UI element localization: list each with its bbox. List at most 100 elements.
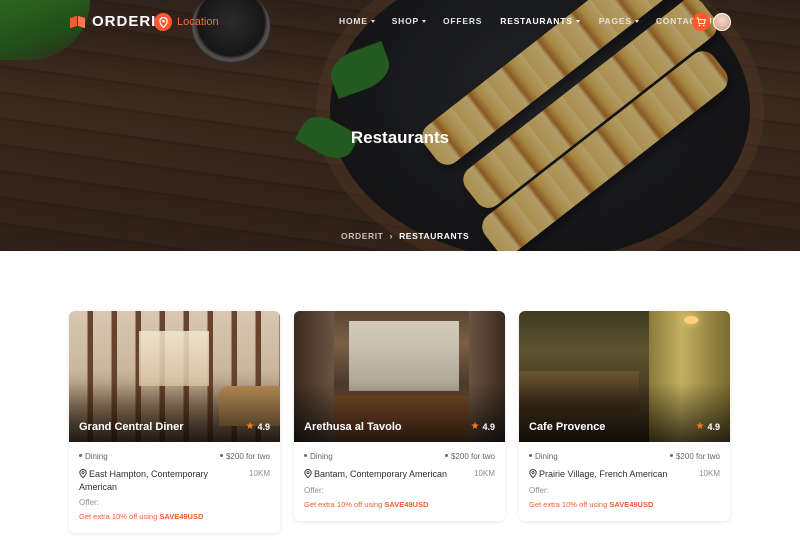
chevron-down-icon xyxy=(422,19,426,23)
location-selector[interactable]: Location xyxy=(154,13,219,31)
rating-badge: ★ 4.9 xyxy=(470,421,495,433)
location-label: Location xyxy=(177,16,219,28)
page-title: Restaurants xyxy=(350,128,450,147)
breadcrumb-current: RESTAURANTS xyxy=(399,231,470,241)
location-pin-icon xyxy=(154,13,172,31)
price: $200 for two xyxy=(444,452,495,461)
restaurant-name[interactable]: Cafe Provence xyxy=(529,421,605,433)
bullet-icon xyxy=(304,454,307,458)
address-text: Bantam, Contemporary American xyxy=(314,469,448,479)
address: Prairie Village, French American xyxy=(529,468,689,481)
nav-item-restaurants[interactable]: RESTAURANTS xyxy=(500,16,580,26)
category: Dining xyxy=(529,452,558,461)
rating-value: 4.9 xyxy=(707,422,720,432)
map-pin-icon xyxy=(304,469,312,478)
nav-item-shop[interactable]: SHOP xyxy=(392,16,426,26)
bullet-icon xyxy=(444,454,448,458)
nav-item-home[interactable]: HOME xyxy=(339,16,375,26)
map-pin-icon xyxy=(529,469,537,478)
bullet-icon xyxy=(669,454,673,458)
offer-code: SAVE49USD xyxy=(159,512,204,521)
offer-text: Get extra 10% off using SAVE49USD xyxy=(79,512,270,521)
restaurant-name[interactable]: Arethusa al Tavolo xyxy=(304,421,402,433)
distance: 10KM xyxy=(474,469,495,478)
offer-prefix: Get extra 10% off using xyxy=(304,499,383,509)
meta-row: Dining $200 for two xyxy=(79,452,270,461)
star-icon: ★ xyxy=(470,421,480,432)
restaurant-card[interactable]: Cafe Provence ★ 4.9 Dining $200 for two … xyxy=(519,311,730,521)
restaurant-image[interactable]: Cafe Provence ★ 4.9 xyxy=(519,311,730,442)
distance: 10KM xyxy=(249,469,270,478)
address-text: Prairie Village, French American xyxy=(539,469,668,479)
price: $200 for two xyxy=(669,452,720,461)
rating-badge: ★ 4.9 xyxy=(695,421,720,433)
bullet-icon xyxy=(79,454,82,458)
card-body: Dining $200 for two Bantam, Contemporary… xyxy=(294,442,505,521)
cart-button[interactable] xyxy=(692,13,710,31)
breadcrumb: ORDERIT › RESTAURANTS xyxy=(341,231,469,241)
address-row: East Hampton, Contemporary American 10KM xyxy=(79,468,270,493)
restaurant-card[interactable]: Arethusa al Tavolo ★ 4.9 Dining $200 for… xyxy=(294,311,505,521)
rating-value: 4.9 xyxy=(257,422,270,432)
price-label: $200 for two xyxy=(450,452,495,461)
meta-row: Dining $200 for two xyxy=(529,452,720,461)
bullet-icon xyxy=(529,454,532,458)
address: Bantam, Contemporary American xyxy=(304,468,464,481)
offer-label: Offer: xyxy=(304,485,324,495)
chevron-down-icon xyxy=(634,19,639,23)
nav-item-label: OFFERS xyxy=(443,16,483,26)
address: East Hampton, Contemporary American xyxy=(79,468,239,493)
offer-text: Get extra 10% off using SAVE49USD xyxy=(529,500,720,509)
price-label: $200 for two xyxy=(225,452,270,461)
chevron-down-icon xyxy=(370,19,375,23)
distance: 10KM xyxy=(699,469,720,478)
nav-item-offers[interactable]: OFFERS xyxy=(443,16,482,26)
bullet-icon xyxy=(219,454,223,458)
price-label: $200 for two xyxy=(675,452,720,461)
nav-item-label: RESTAURANTS xyxy=(500,16,573,26)
star-icon: ★ xyxy=(695,421,705,432)
cart-icon xyxy=(696,17,706,27)
nav-item-label: SHOP xyxy=(391,16,419,26)
price: $200 for two xyxy=(219,452,270,461)
restaurant-name[interactable]: Grand Central Diner xyxy=(79,421,184,433)
image-gradient xyxy=(519,382,730,442)
logo-icon xyxy=(70,15,86,29)
category: Dining xyxy=(79,452,108,461)
nav-item-label: HOME xyxy=(339,16,368,26)
offer-code: SAVE49USD xyxy=(609,499,654,509)
breadcrumb-home-link[interactable]: ORDERIT xyxy=(341,231,383,241)
address-row: Bantam, Contemporary American 10KM xyxy=(304,468,495,481)
user-avatar[interactable] xyxy=(713,13,731,31)
offer-label: Offer: xyxy=(529,485,549,495)
offer-text: Get extra 10% off using SAVE49USD xyxy=(304,500,495,509)
main-menu: HOME SHOP OFFERS RESTAURANTS PAGES CONTA… xyxy=(339,16,719,26)
rating-value: 4.9 xyxy=(482,422,495,432)
meta-row: Dining $200 for two xyxy=(304,452,495,461)
offer-label: Offer: xyxy=(79,498,99,507)
nav-item-label: PAGES xyxy=(598,16,632,26)
address-text: East Hampton, Contemporary American xyxy=(79,469,209,492)
breadcrumb-separator: › xyxy=(389,231,394,241)
card-body: Dining $200 for two East Hampton, Contem… xyxy=(69,442,280,533)
star-icon: ★ xyxy=(245,421,255,432)
offer-prefix: Get extra 10% off using xyxy=(79,512,158,521)
category-label: Dining xyxy=(535,452,558,461)
category-label: Dining xyxy=(310,452,333,461)
map-pin-icon xyxy=(79,469,87,478)
address-row: Prairie Village, French American 10KM xyxy=(529,468,720,481)
nav-item-pages[interactable]: PAGES xyxy=(599,16,639,26)
card-body: Dining $200 for two Prairie Village, Fre… xyxy=(519,442,730,521)
rating-badge: ★ 4.9 xyxy=(245,421,270,433)
chevron-down-icon xyxy=(575,19,580,23)
image-gradient xyxy=(294,382,505,442)
restaurant-image[interactable]: Grand Central Diner ★ 4.9 xyxy=(69,311,280,442)
restaurant-image[interactable]: Arethusa al Tavolo ★ 4.9 xyxy=(294,311,505,442)
restaurant-card[interactable]: Grand Central Diner ★ 4.9 Dining $200 fo… xyxy=(69,311,280,533)
logo[interactable]: ORDERIT xyxy=(70,13,167,30)
category: Dining xyxy=(304,452,333,461)
top-navbar: ORDERIT Location HOME SHOP OFFERS RESTAU… xyxy=(0,0,800,44)
image-gradient xyxy=(69,382,280,442)
category-label: Dining xyxy=(85,452,108,461)
offer-prefix: Get extra 10% off using xyxy=(529,499,608,509)
